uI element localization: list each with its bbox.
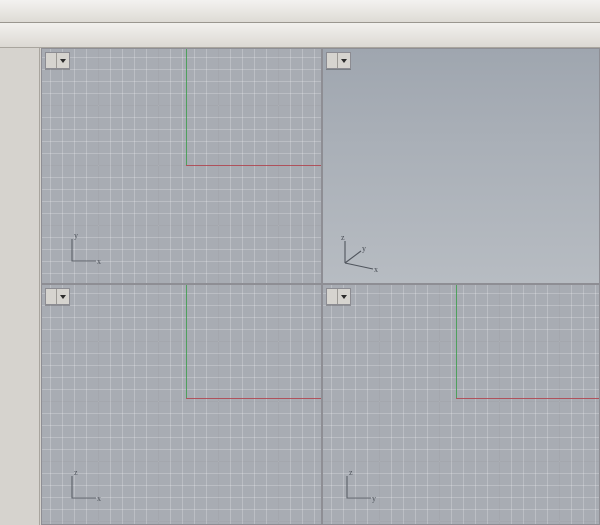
viewport-perspective[interactable]: z y x [322, 48, 600, 284]
main-tool-palette [0, 48, 40, 525]
viewport-menu-chevron-down-icon[interactable] [56, 289, 69, 304]
svg-text:z: z [341, 233, 345, 242]
svg-text:y: y [74, 231, 78, 240]
x-axis-line-top [186, 165, 321, 166]
svg-text:x: x [374, 265, 378, 274]
y-axis-line-right [456, 398, 599, 399]
viewport-title-top[interactable] [45, 52, 70, 69]
viewport-container: y x z y x z x z y [41, 48, 600, 525]
axis-gizmo-front: z x [64, 468, 104, 508]
axis-gizmo-right: z y [339, 468, 379, 508]
axis-gizmo-top: y x [64, 231, 104, 271]
x-axis-line-front [186, 398, 321, 399]
viewport-title-label [46, 289, 56, 304]
svg-text:x: x [97, 257, 101, 266]
viewport-front[interactable]: z x [41, 284, 322, 525]
svg-text:z: z [74, 468, 78, 477]
z-axis-line-right [456, 285, 457, 398]
axis-gizmo-perspective: z y x [335, 231, 383, 275]
svg-text:y: y [372, 494, 376, 503]
viewport-title-label [327, 53, 337, 68]
viewport-title-label [46, 53, 56, 68]
viewport-title-perspective[interactable] [326, 52, 351, 69]
viewport-right[interactable]: z y [322, 284, 600, 525]
svg-text:x: x [97, 494, 101, 503]
viewport-title-front[interactable] [45, 288, 70, 305]
y-axis-line-top [186, 49, 187, 165]
viewport-menu-chevron-down-icon[interactable] [337, 53, 350, 68]
toolbar-tab-bar [0, 0, 600, 23]
z-axis-line-front [186, 285, 187, 398]
visibility-toolbar [0, 23, 600, 48]
viewport-menu-chevron-down-icon[interactable] [56, 53, 69, 68]
rhino-window: y x z y x z x z y [0, 0, 600, 525]
viewport-title-right[interactable] [326, 288, 351, 305]
viewport-title-label [327, 289, 337, 304]
svg-text:z: z [349, 468, 353, 477]
viewport-top[interactable]: y x [41, 48, 322, 284]
svg-text:y: y [362, 244, 366, 253]
viewport-menu-chevron-down-icon[interactable] [337, 289, 350, 304]
